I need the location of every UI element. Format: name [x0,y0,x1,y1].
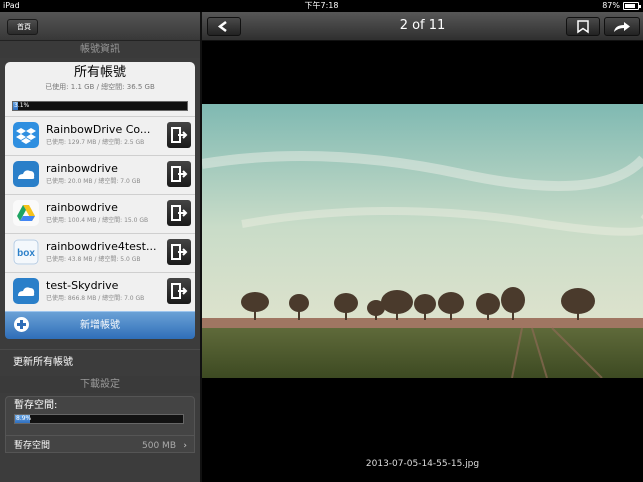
photo-filename: 2013-07-05-14-55-15.jpg [365,459,480,469]
share-arrow-icon [614,22,630,32]
skydrive-icon [13,278,39,304]
chevron-right-icon: › [183,441,187,451]
logout-icon [171,244,188,260]
logout-icon [171,127,188,143]
account-row[interactable]: RainbowDrive Co... 已使用: 129.7 MB / 總空間: … [5,116,195,155]
cache-label: 暫存空間: [14,400,58,411]
logout-button[interactable] [167,239,191,265]
account-usage: 已使用: 129.7 MB / 總空間: 2.5 GB [46,139,145,146]
account-usage: 已使用: 100.4 MB / 總空間: 15.0 GB [46,217,149,224]
viewer-nav-bar: 2 of 11 [202,12,643,41]
status-bar: iPad 下午7:18 87% [0,0,643,12]
logout-icon [171,166,188,182]
logout-button[interactable] [167,122,191,148]
download-settings: 暫存空間: 8.9% 暫存空間 500 MB › [5,396,195,453]
cache-size-row[interactable]: 暫存空間 500 MB › [5,436,195,453]
account-row[interactable]: test-Skydrive 已使用: 866.8 MB / 總空間: 7.0 G… [5,272,195,311]
account-section-header: 帳號資訊 [0,41,200,58]
add-account-label: 新增帳號 [80,320,120,331]
clock: 下午7:18 [304,1,339,10]
plus-icon [14,317,29,332]
all-accounts-summary[interactable]: 所有帳號 已使用: 1.1 GB / 總空間: 36.5 GB 3.1% [5,62,195,116]
account-row[interactable]: box rainbowdrive4test... 已使用: 43.8 MB / … [5,233,195,272]
account-row[interactable]: rainbowdrive 已使用: 20.0 MB / 總空間: 7.0 GB [5,155,195,194]
cache-usage-bar: 8.9% [14,414,184,424]
total-usage-percent: 3.1% [14,102,30,109]
bookmark-icon [577,20,589,34]
skydrive-icon [13,161,39,187]
account-row[interactable]: rainbowdrive 已使用: 100.4 MB / 總空間: 15.0 G… [5,194,195,233]
account-list: 所有帳號 已使用: 1.1 GB / 總空間: 36.5 GB 3.1% Rai… [5,62,195,311]
battery-percent: 87% [602,1,620,10]
bookmark-button[interactable] [566,17,600,36]
logout-icon [171,205,188,221]
battery-icon [623,2,641,10]
refresh-all-accounts[interactable]: 更新所有帳號 [0,349,200,376]
logout-icon [171,283,188,299]
share-button[interactable] [604,17,640,36]
cache-usage: 暫存空間: 8.9% [5,396,195,436]
dropbox-icon [13,122,39,148]
account-name: RainbowDrive Co... [46,123,151,136]
account-usage: 已使用: 866.8 MB / 總空間: 7.0 GB [46,295,145,302]
logout-button[interactable] [167,278,191,304]
google-drive-icon [13,200,39,226]
account-name: test-Skydrive [46,279,119,292]
download-section-header: 下載設定 [0,376,200,393]
svg-text:box: box [17,248,35,259]
total-usage-bar: 3.1% [12,101,188,111]
account-usage: 已使用: 43.8 MB / 總空間: 5.0 GB [46,256,141,263]
account-name: rainbowdrive4test... [46,240,157,253]
all-accounts-title: 所有帳號 [73,65,126,80]
account-name: rainbowdrive [46,201,118,214]
box-icon: box [13,239,39,265]
home-button[interactable]: 首頁 [7,19,38,35]
photo-view[interactable] [202,104,643,378]
landscape-photo [202,104,643,378]
account-usage: 已使用: 20.0 MB / 總空間: 7.0 GB [46,178,141,185]
all-accounts-usage: 已使用: 1.1 GB / 總空間: 36.5 GB [45,83,155,91]
logout-button[interactable] [167,200,191,226]
sidebar-nav-bar: 首頁 [0,12,200,41]
account-name: rainbowdrive [46,162,118,175]
sidebar: 首頁 帳號資訊 所有帳號 已使用: 1.1 GB / 總空間: 36.5 GB … [0,12,200,482]
add-account-button[interactable]: 新增帳號 [5,311,195,339]
cache-size-value: 500 MB [142,441,176,451]
cache-usage-percent: 8.9% [16,415,32,422]
battery-indicator: 87% [602,0,641,12]
cache-size-label: 暫存空間 [14,441,51,451]
logout-button[interactable] [167,161,191,187]
